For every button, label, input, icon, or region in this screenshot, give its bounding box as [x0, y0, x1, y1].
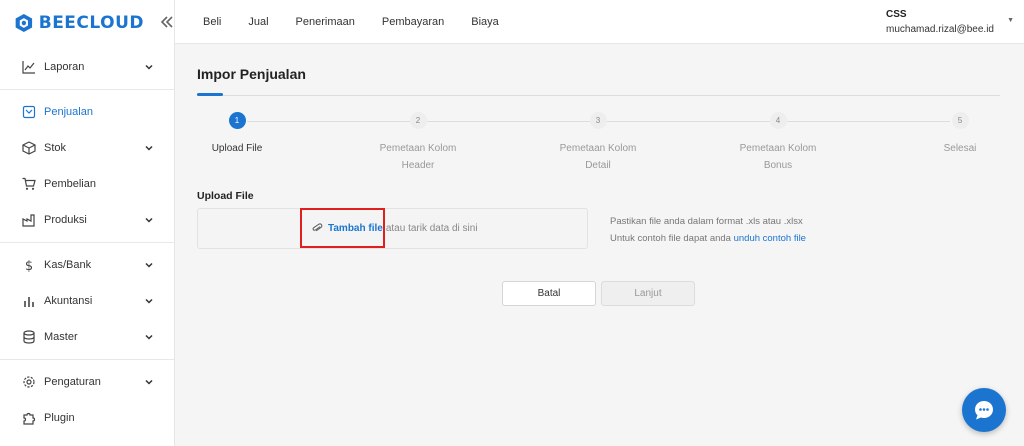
- database-icon: [22, 330, 36, 344]
- title-accent: [197, 93, 223, 96]
- chevron-down-icon: [145, 64, 153, 70]
- sidebar-item-laporan[interactable]: Laporan: [0, 49, 174, 85]
- chevron-down-icon: [145, 334, 153, 340]
- chat-icon: [975, 401, 993, 420]
- sidebar-item-master[interactable]: Master: [0, 319, 174, 355]
- sidebar: BEECLOUD Laporan Penjualan Stok Pembelia…: [0, 0, 175, 446]
- main-content: Impor Penjualan 1 Upload File 2 Pemetaan…: [175, 44, 1024, 446]
- step-pemetaan-header: 2 Pemetaan Kolom Header: [358, 112, 478, 174]
- user-menu[interactable]: CSS muchamad.rizal@bee.id ▼: [886, 9, 1014, 35]
- chevron-down-icon: [145, 262, 153, 268]
- puzzle-icon: [22, 411, 36, 425]
- user-org: CSS: [886, 9, 907, 20]
- sidebar-item-label: Penjualan: [44, 106, 93, 118]
- svg-text:$: $: [25, 259, 33, 272]
- sidebar-item-label: Pengaturan: [44, 376, 101, 388]
- bar-chart-icon: [22, 294, 36, 308]
- step-label: Pemetaan Kolom Header: [379, 143, 457, 171]
- step-number: 2: [409, 112, 427, 129]
- divider: [0, 242, 174, 243]
- upload-info: Pastikan file anda dalam format .xls ata…: [610, 213, 806, 247]
- cancel-button[interactable]: Batal: [502, 281, 596, 306]
- chat-button[interactable]: [962, 388, 1006, 432]
- divider: [0, 359, 174, 360]
- beecloud-logo-icon: [15, 13, 33, 33]
- sidebar-item-plugin[interactable]: Plugin: [0, 400, 174, 436]
- sidebar-menu: Laporan Penjualan Stok Pembelian Produks…: [0, 49, 174, 436]
- sidebar-item-akuntansi[interactable]: Akuntansi: [0, 283, 174, 319]
- user-email: muchamad.rizal@bee.id: [886, 24, 994, 35]
- step-upload-file: 1 Upload File: [177, 112, 297, 157]
- sidebar-item-penjualan[interactable]: Penjualan: [0, 94, 174, 130]
- dollar-icon: $: [22, 258, 36, 272]
- page-title: Impor Penjualan: [197, 66, 306, 82]
- top-nav: Beli Jual Penerimaan Pembayaran Biaya: [203, 0, 526, 44]
- sidebar-item-stok[interactable]: Stok: [0, 130, 174, 166]
- highlight-box: [300, 208, 385, 248]
- sidebar-item-label: Kas/Bank: [44, 259, 92, 271]
- receipt-icon: [22, 105, 36, 119]
- cart-icon: [22, 177, 36, 191]
- topbar: Beli Jual Penerimaan Pembayaran Biaya CS…: [175, 0, 1024, 44]
- sidebar-item-label: Akuntansi: [44, 295, 93, 307]
- download-example-link[interactable]: unduh contoh file: [734, 233, 806, 244]
- info-example: Untuk contoh file dapat anda unduh conto…: [610, 233, 806, 244]
- step-pemetaan-bonus: 4 Pemetaan Kolom Bonus: [718, 112, 838, 174]
- sidebar-item-label: Plugin: [44, 412, 75, 424]
- topnav-penerimaan[interactable]: Penerimaan: [296, 16, 355, 28]
- topnav-jual[interactable]: Jual: [248, 16, 268, 28]
- brand-name: BEECLOUD: [38, 13, 144, 33]
- title-divider: [197, 95, 1000, 96]
- double-chevron-left-icon[interactable]: [160, 15, 174, 31]
- factory-icon: [22, 213, 36, 227]
- sidebar-item-label: Produksi: [44, 214, 87, 226]
- next-button[interactable]: Lanjut: [601, 281, 695, 306]
- import-stepper: 1 Upload File 2 Pemetaan Kolom Header 3 P…: [175, 112, 1024, 172]
- sidebar-item-produksi[interactable]: Produksi: [0, 202, 174, 238]
- divider: [0, 89, 174, 90]
- info-format: Pastikan file anda dalam format .xls ata…: [610, 216, 803, 227]
- box-icon: [22, 141, 36, 155]
- sidebar-item-pembelian[interactable]: Pembelian: [0, 166, 174, 202]
- chevron-down-icon: [145, 298, 153, 304]
- sidebar-item-label: Laporan: [44, 61, 85, 73]
- topnav-beli[interactable]: Beli: [203, 16, 221, 28]
- step-label: Pemetaan Kolom Bonus: [739, 143, 817, 171]
- brand: BEECLOUD: [0, 0, 174, 46]
- step-label: Selesai: [943, 143, 977, 154]
- chevron-down-icon: [145, 379, 153, 385]
- step-selesai: 5 Selesai: [900, 112, 1020, 157]
- caret-down-icon: ▼: [1007, 17, 1014, 24]
- step-number: 3: [589, 112, 607, 129]
- sidebar-item-label: Pembelian: [44, 178, 96, 190]
- upload-file-label: Upload File: [197, 190, 254, 202]
- chart-line-icon: [22, 60, 36, 74]
- chevron-down-icon: [145, 217, 153, 223]
- drop-hint: atau tarik data di sini: [385, 223, 478, 234]
- step-number: 4: [769, 112, 787, 129]
- step-number: 5: [951, 112, 969, 129]
- sidebar-item-label: Master: [44, 331, 78, 343]
- topnav-biaya[interactable]: Biaya: [471, 16, 499, 28]
- chevron-down-icon: [145, 145, 153, 151]
- step-pemetaan-detail: 3 Pemetaan Kolom Detail: [538, 112, 658, 174]
- step-label: Upload File: [211, 143, 263, 154]
- sidebar-item-pengaturan[interactable]: Pengaturan: [0, 364, 174, 400]
- sidebar-item-kas-bank[interactable]: $ Kas/Bank: [0, 247, 174, 283]
- file-dropzone[interactable]: Tambah file atau tarik data di sini: [197, 208, 588, 249]
- topnav-pembayaran[interactable]: Pembayaran: [382, 16, 444, 28]
- step-label: Pemetaan Kolom Detail: [559, 143, 637, 171]
- sidebar-item-label: Stok: [44, 142, 67, 154]
- gear-icon: [22, 375, 36, 389]
- step-number: 1: [228, 112, 246, 129]
